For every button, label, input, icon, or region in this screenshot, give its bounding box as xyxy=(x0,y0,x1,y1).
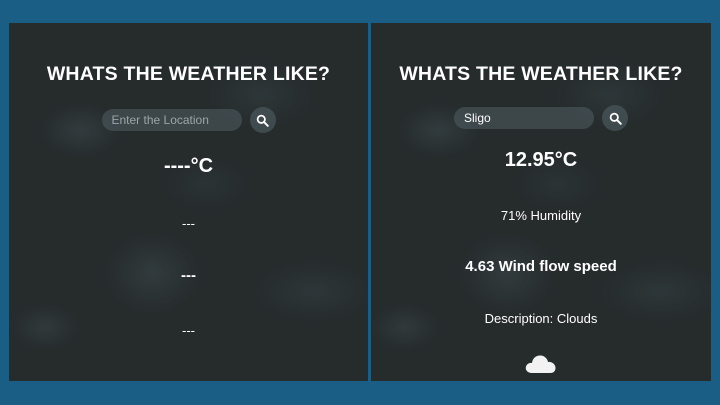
humidity-value: 71% Humidity xyxy=(500,208,582,223)
search-button[interactable] xyxy=(249,107,276,133)
location-input[interactable] xyxy=(454,107,594,129)
description-value: --- xyxy=(182,323,195,338)
search-icon xyxy=(256,114,269,127)
wind-speed-value: --- xyxy=(181,267,196,284)
humidity-value: --- xyxy=(182,216,195,231)
app-title: WHATS THE WEATHER LIKE? xyxy=(46,63,331,85)
temperature-value: ----°C xyxy=(163,155,214,177)
wind-speed-value: 4.63 Wind flow speed xyxy=(465,258,617,275)
search-icon xyxy=(609,112,622,125)
search-button[interactable] xyxy=(602,105,628,131)
app-title: WHATS THE WEATHER LIKE? xyxy=(399,63,683,85)
search-bar xyxy=(9,107,368,133)
weather-panel-result: WHATS THE WEATHER LIKE? 12.95°C 71% Humi… xyxy=(371,23,711,381)
cloud-icon xyxy=(525,355,556,373)
weather-icon xyxy=(371,351,711,375)
location-input[interactable] xyxy=(101,109,242,131)
weather-panel-empty: WHATS THE WEATHER LIKE? ----°C --- --- -… xyxy=(9,23,368,381)
search-bar xyxy=(371,105,711,131)
temperature-value: 12.95°C xyxy=(504,149,578,171)
description-value: Description: Clouds xyxy=(484,311,598,326)
